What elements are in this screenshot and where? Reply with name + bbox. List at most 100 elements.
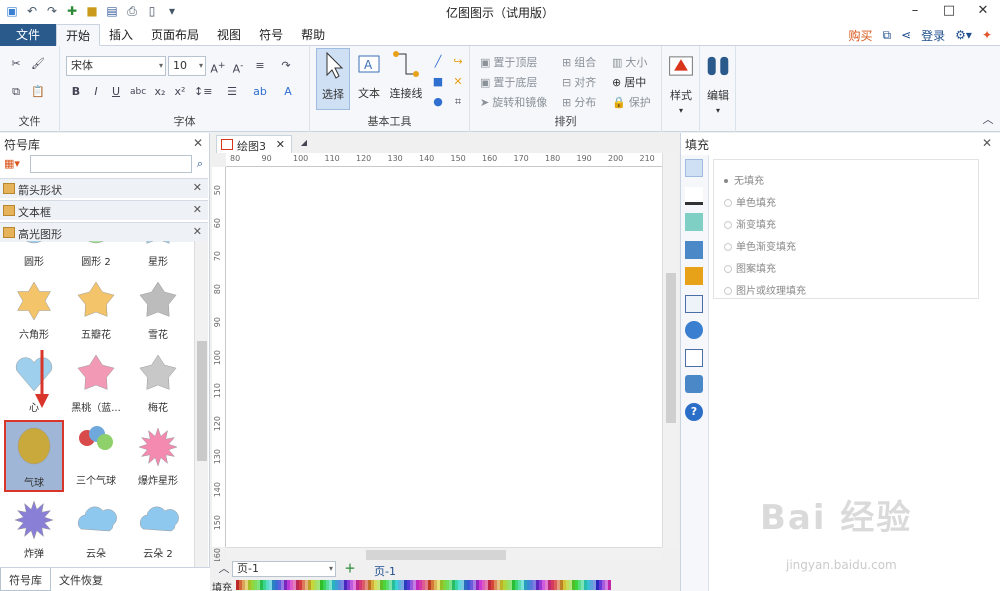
paste-icon[interactable]: 📋 [30,84,46,100]
settings-gear-icon[interactable]: ⚙▾ [955,28,972,42]
scroll-thumb[interactable] [366,550,506,560]
tab-options-icon[interactable]: ◢ [296,135,312,151]
send-to-back-button[interactable]: ▣ 置于底层 [480,74,537,90]
drawing-canvas[interactable] [226,167,662,547]
buy-link[interactable]: 购买 [848,27,872,44]
login-link[interactable]: 登录 [921,27,945,44]
fill-option-picture[interactable]: 图片或纹理填充 [724,282,806,297]
cut-icon[interactable]: ✂ [8,56,24,72]
distribute-button[interactable]: ⊞ 分布 [562,94,596,110]
superscript-icon[interactable]: x² [172,84,188,100]
shape-item[interactable]: 气球 [4,420,64,492]
fill-option-gradient[interactable]: 渐变填充 [724,216,776,231]
symbol-panel-close-icon[interactable]: ✕ [193,136,203,150]
shape-item[interactable]: 六角形 [4,274,64,346]
shape-item[interactable]: 圆形 2 [66,241,126,273]
page-tab[interactable]: 页-1 [374,563,396,579]
close-tab-icon[interactable]: ✕ [276,138,285,151]
center-button[interactable]: ⊕ 居中 [612,74,646,90]
page-select[interactable]: 页-1 ▾ [232,561,336,577]
canvas-horizontal-scrollbar[interactable] [226,547,662,561]
library-icon[interactable]: ▦▾ [4,156,20,172]
italic-icon[interactable]: I [88,84,104,100]
tab-view[interactable]: 视图 [208,24,250,46]
tab-symbol-library[interactable]: 符号库 [0,568,51,591]
text-tool-button[interactable]: A 文本 [352,48,386,110]
bring-to-front-button[interactable]: ▣ 置于顶层 [480,54,537,70]
shape-item[interactable]: 星形 [128,241,188,273]
line-style-icon[interactable] [685,187,703,205]
rectangle-icon[interactable]: ■ [430,74,446,90]
shape-scrollbar[interactable] [194,241,208,567]
strikethrough-icon[interactable]: abc [130,84,146,100]
edit-button[interactable]: 编辑 ▾ [702,50,734,120]
color-swatch[interactable] [608,580,611,590]
line-spacing-icon[interactable]: ↕≡ [194,84,212,100]
style-button[interactable]: 样式 ▾ [664,50,698,120]
ellipse-icon[interactable]: ● [430,94,446,110]
bold-icon[interactable]: B [68,84,84,100]
tab-insert[interactable]: 插入 [100,24,142,46]
tab-file-recovery[interactable]: 文件恢复 [51,568,111,591]
tab-file[interactable]: 文件 [0,24,56,46]
tab-page-layout[interactable]: 页面布局 [142,24,208,46]
cross-icon[interactable]: ✕ [450,74,466,90]
size-button[interactable]: ▥ 大小 [612,54,647,70]
copy-icon[interactable]: ⧉ [8,84,24,100]
grow-font-icon[interactable]: A+ [210,58,226,76]
shape-item[interactable]: 黑桃（蓝... [66,347,126,419]
rotate-text-icon[interactable]: ↷ [278,58,294,74]
category-arrow-shapes[interactable]: 箭头形状 ✕ [0,178,208,198]
share-screen-icon[interactable]: ⧉ [883,28,892,43]
shape-item[interactable]: 炸弹 [4,493,64,563]
symbol-search-input[interactable] [30,155,192,173]
highlight-icon[interactable]: ab [252,84,268,100]
collapse-ribbon-icon[interactable]: ︿ [980,112,996,128]
canvas-vertical-scrollbar[interactable] [662,153,678,547]
document-icon[interactable] [685,295,703,313]
category-close-icon[interactable]: ✕ [193,225,202,238]
shadow-icon[interactable] [685,213,703,231]
fill-bucket-icon[interactable] [685,159,703,177]
line-icon[interactable]: ╱ [430,54,446,70]
protect-button[interactable]: 🔒 保护 [612,94,651,110]
shape-item[interactable]: 三个气球 [66,420,126,492]
connector-tool-button[interactable]: 连接线 [386,48,426,110]
align-icon[interactable]: ≡ [252,58,268,74]
category-textbox[interactable]: 文本框 ✕ [0,200,208,220]
color-swatches[interactable] [236,580,611,590]
font-name-select[interactable]: 宋体 ▾ [66,56,166,76]
bullets-icon[interactable]: ☰ [224,84,240,100]
globe-icon[interactable] [685,321,703,339]
crop-icon[interactable]: ⌗ [450,94,466,110]
add-page-icon[interactable]: ＋ [342,561,358,577]
subscript-icon[interactable]: x₂ [152,84,168,100]
align-button[interactable]: ⊟ 对齐 [562,74,596,90]
rotate-mirror-button[interactable]: ➤ 旋转和镜像 [480,94,547,110]
category-close-icon[interactable]: ✕ [193,203,202,216]
layer-icon[interactable] [685,267,703,285]
shape-item[interactable]: 爆炸星形 [128,420,188,492]
shape-item[interactable]: 五瓣花 [66,274,126,346]
fill-option-none[interactable]: 无填充 [724,172,764,187]
share-icon[interactable]: ⋖ [901,28,911,42]
search-icon[interactable]: ⌕ [192,156,208,172]
shape-item[interactable]: 圆形 [4,241,64,273]
arc-icon[interactable]: ↪ [450,54,466,70]
category-close-icon[interactable]: ✕ [193,181,202,194]
scroll-thumb[interactable] [197,341,207,461]
close-button[interactable]: ✕ [966,0,1000,22]
underline-icon[interactable]: U [108,84,124,100]
shrink-font-icon[interactable]: A- [230,58,246,76]
group-button[interactable]: ⊞ 组合 [562,54,596,70]
fill-option-pattern[interactable]: 图案填充 [724,260,776,275]
page-up-icon[interactable]: ︿ [216,561,232,577]
font-size-select[interactable]: 10 ▾ [168,56,206,76]
fill-panel-close-icon[interactable]: ✕ [982,136,992,150]
fill-option-solid[interactable]: 单色填充 [724,194,776,209]
tab-help[interactable]: 帮助 [292,24,334,46]
help-icon[interactable]: ? [685,403,703,421]
comment-icon[interactable] [685,375,703,393]
tab-home[interactable]: 开始 [56,24,101,46]
attachment-icon[interactable] [685,349,703,367]
